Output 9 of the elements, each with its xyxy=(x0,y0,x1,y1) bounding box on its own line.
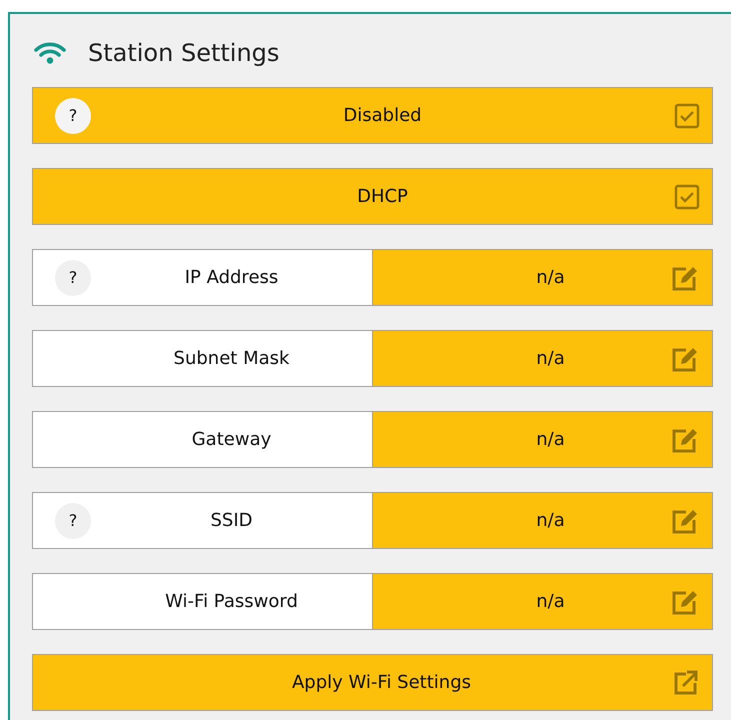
external-link-icon[interactable] xyxy=(672,668,700,696)
apply-button[interactable]: Apply Wi-Fi Settings xyxy=(33,655,712,710)
panel-title: Station Settings xyxy=(88,39,280,67)
wifi-icon xyxy=(34,42,66,64)
help-button[interactable]: ? xyxy=(55,98,91,134)
toggle-bar[interactable]: DHCP xyxy=(33,169,712,224)
checkbox-icon[interactable] xyxy=(674,102,700,128)
checkbox-icon[interactable] xyxy=(674,184,700,210)
toggle-bar[interactable]: ? Disabled xyxy=(33,88,712,143)
